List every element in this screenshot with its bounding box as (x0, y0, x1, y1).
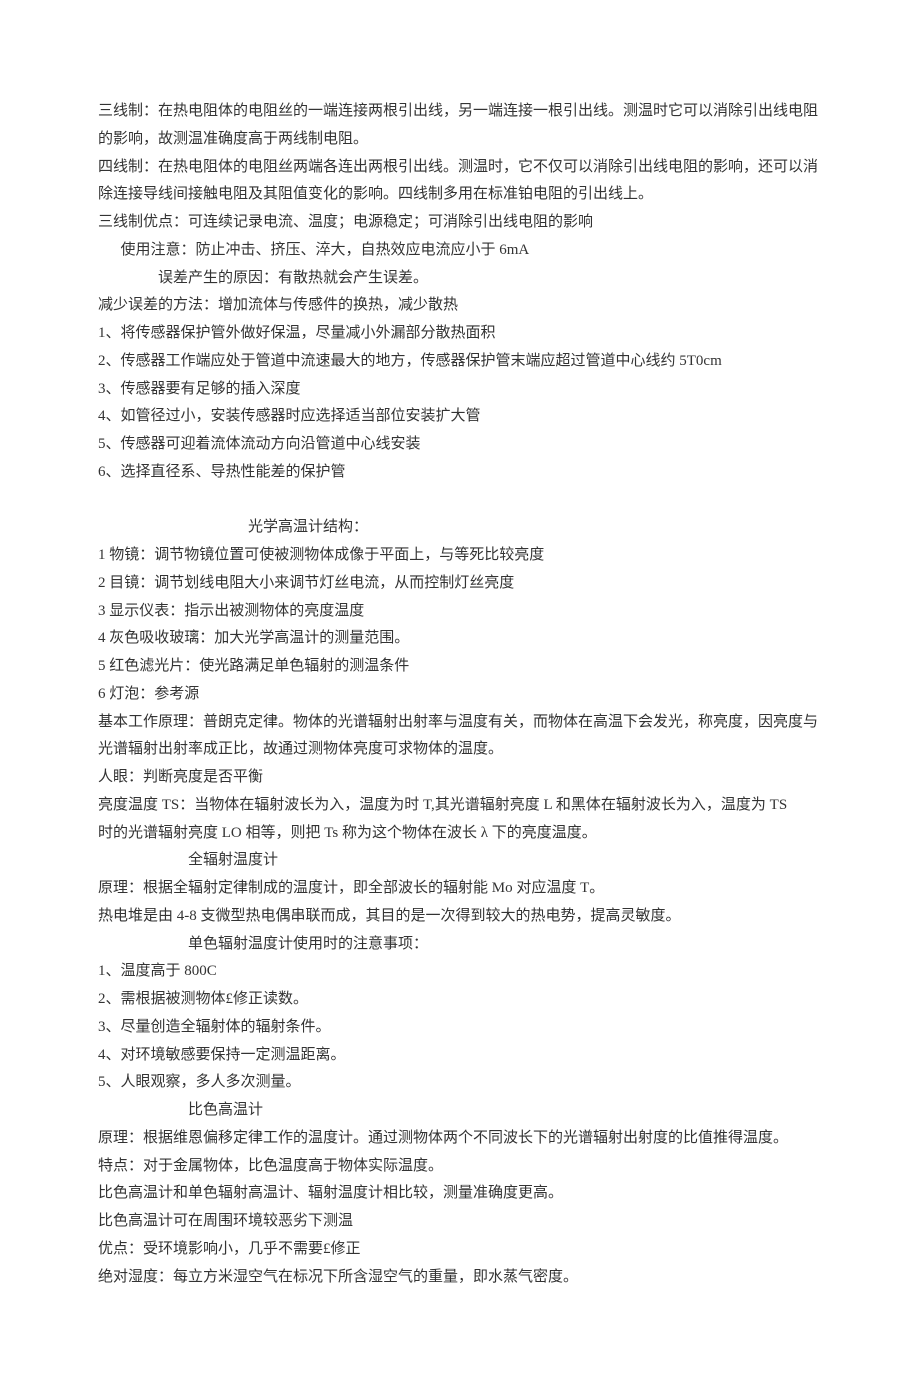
list-item: 6 灯泡：参考源 (98, 681, 822, 709)
section-heading: 比色高温计 (98, 1097, 822, 1125)
paragraph: 基本工作原理：普朗克定律。物体的光谱辐射出射率与温度有关，而物体在高温下会发光，… (98, 709, 822, 765)
list-item: 3 显示仪表：指示出被测物体的亮度温度 (98, 598, 822, 626)
paragraph: 优点：受环境影响小，几乎不需要£修正 (98, 1236, 822, 1264)
paragraph: 原理：根据维恩偏移定律工作的温度计。通过测物体两个不同波长下的光谱辐射出射度的比… (98, 1125, 822, 1153)
paragraph: 三线制：在热电阻体的电阻丝的一端连接两根引出线，另一端连接一根引出线。测温时它可… (98, 98, 822, 154)
paragraph: 时的光谱辐射亮度 LO 相等，则把 Ts 称为这个物体在波长 λ 下的亮度温度。 (98, 820, 822, 848)
list-item: 1、将传感器保护管外做好保温，尽量减小外漏部分散热面积 (98, 320, 822, 348)
list-item: 1、温度高于 800C (98, 958, 822, 986)
list-item: 4、对环境敏感要保持一定测温距离。 (98, 1042, 822, 1070)
paragraph: 比色高温计和单色辐射高温计、辐射温度计相比较，测量准确度更高。 (98, 1180, 822, 1208)
paragraph: 原理：根据全辐射定律制成的温度计，即全部波长的辐射能 Mo 对应温度 T。 (98, 875, 822, 903)
list-item: 5、传感器可迎着流体流动方向沿管道中心线安装 (98, 431, 822, 459)
list-item: 1 物镜：调节物镜位置可使被测物体成像于平面上，与等死比较亮度 (98, 542, 822, 570)
paragraph: 三线制优点：可连续记录电流、温度；电源稳定；可消除引出线电阻的影响 (98, 209, 822, 237)
list-item: 6、选择直径系、导热性能差的保护管 (98, 459, 822, 487)
section-heading: 单色辐射温度计使用时的注意事项： (98, 931, 822, 959)
list-item: 3、尽量创造全辐射体的辐射条件。 (98, 1014, 822, 1042)
list-item: 2、传感器工作端应处于管道中流速最大的地方，传感器保护管末端应超过管道中心线约 … (98, 348, 822, 376)
list-item: 2 目镜：调节划线电阻大小来调节灯丝电流，从而控制灯丝亮度 (98, 570, 822, 598)
blank-line (98, 487, 822, 515)
paragraph: 特点：对于金属物体，比色温度高于物体实际温度。 (98, 1153, 822, 1181)
paragraph: 比色高温计可在周围环境较恶劣下测温 (98, 1208, 822, 1236)
list-item: 5 红色滤光片：使光路满足单色辐射的测温条件 (98, 653, 822, 681)
paragraph: 使用注意：防止冲击、挤压、淬大，自热效应电流应小于 6mA (98, 237, 822, 265)
paragraph: 误差产生的原因：有散热就会产生误差。 (98, 265, 822, 293)
paragraph: 亮度温度 TS：当物体在辐射波长为入，温度为时 T,其光谱辐射亮度 L 和黑体在… (98, 792, 822, 820)
paragraph: 四线制：在热电阻体的电阻丝两端各连出两根引出线。测温时，它不仅可以消除引出线电阻… (98, 154, 822, 210)
section-heading: 全辐射温度计 (98, 847, 822, 875)
list-item: 3、传感器要有足够的插入深度 (98, 376, 822, 404)
list-item: 4 灰色吸收玻璃：加大光学高温计的测量范围。 (98, 625, 822, 653)
paragraph: 减少误差的方法：增加流体与传感件的换热，减少散热 (98, 292, 822, 320)
list-item: 5、人眼观察，多人多次测量。 (98, 1069, 822, 1097)
paragraph: 热电堆是由 4-8 支微型热电偶串联而成，其目的是一次得到较大的热电势，提高灵敏… (98, 903, 822, 931)
document-page: 三线制：在热电阻体的电阻丝的一端连接两根引出线，另一端连接一根引出线。测温时它可… (0, 0, 920, 1389)
section-heading: 光学高温计结构： (98, 514, 822, 542)
paragraph: 人眼：判断亮度是否平衡 (98, 764, 822, 792)
list-item: 2、需根据被测物体£修正读数。 (98, 986, 822, 1014)
paragraph: 绝对湿度：每立方米湿空气在标况下所含湿空气的重量，即水蒸气密度。 (98, 1264, 822, 1292)
list-item: 4、如管径过小，安装传感器时应选择适当部位安装扩大管 (98, 403, 822, 431)
